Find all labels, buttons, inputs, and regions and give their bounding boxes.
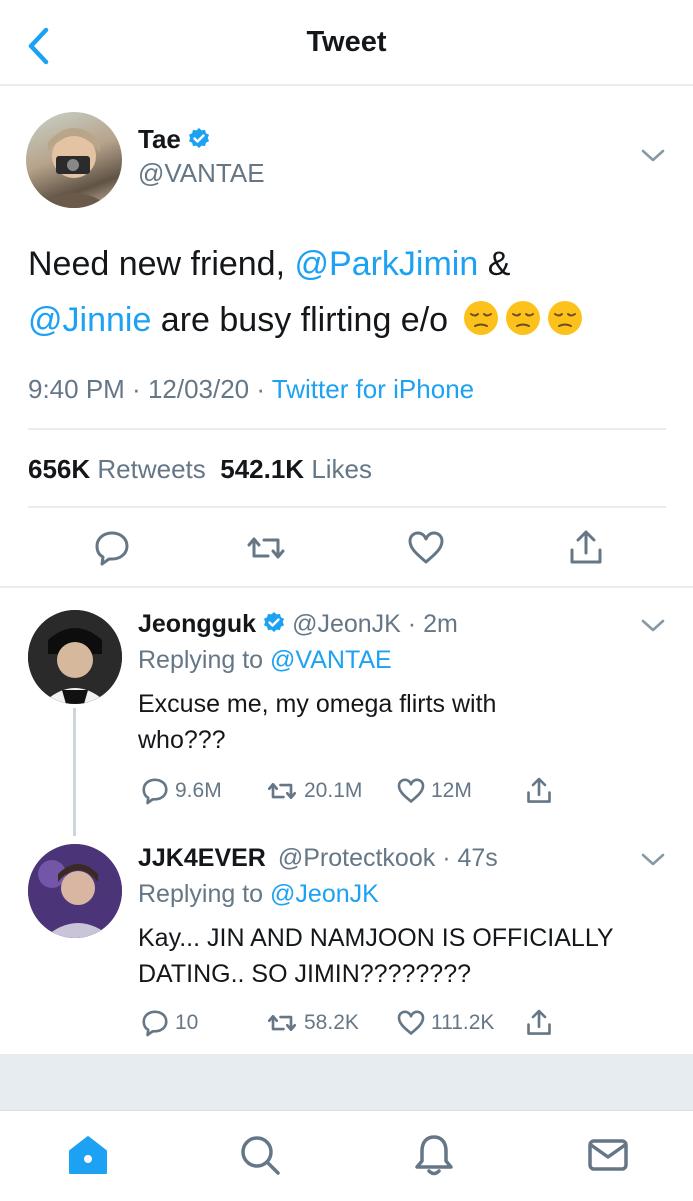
replying-to: Replying to @JeonJK [138,880,379,908]
tweet-source-link[interactable]: Twitter for iPhone [272,374,474,404]
main-tweet: Tae @VANTAE Need new friend, @ParkJimin … [0,86,693,588]
author-handle: @JeonJK [292,610,401,638]
retweet-action[interactable]: 58.2K [265,1008,359,1038]
avatar[interactable] [28,844,122,938]
chevron-down-icon[interactable] [640,618,666,634]
pensive-face-emoji [505,301,540,335]
reply-icon [142,1010,168,1037]
verified-badge-icon [264,612,285,632]
retweets-count[interactable]: 656K [28,454,90,484]
search-icon[interactable] [238,1133,282,1177]
like-icon [397,1010,425,1035]
reply-action[interactable]: 9.6M [140,776,222,806]
top-bar: Tweet [0,0,693,86]
author-name[interactable]: Tae [138,124,211,155]
reply-tweet[interactable]: JJK4EVER @Protectkook · 47s Replying to @… [0,822,693,1054]
engagement-counts: 656K Retweets 542.1K Likes [28,454,373,484]
bottom-tab-bar [0,1110,693,1201]
reply-tweet[interactable]: Jeongguk @JeonJK · 2m Replying to @VANTAE… [0,588,693,828]
page-title: Tweet [306,26,387,58]
home-icon[interactable] [66,1133,110,1177]
like-icon [397,778,425,803]
reply-time: 47s [457,844,498,872]
reply-text: Excuse me, my omega flirts with who??? [138,690,497,754]
reply-action[interactable]: 10 [140,1008,198,1038]
reply-icon[interactable] [92,528,132,568]
retweet-icon [267,1014,297,1032]
author-handle: @Protectkook [277,844,436,872]
divider [28,506,666,508]
mention-link[interactable]: @ParkJimin [295,245,479,283]
tweet-timestamp: 9:40 PM · 12/03/20 · Twitter for iPhone [28,374,475,404]
reply-text: Kay... JIN AND NAMJOON IS OFFICIALLY DAT… [138,924,614,988]
divider [28,428,666,430]
author-name[interactable]: Jeongguk @JeonJK · 2m [138,610,458,639]
retweet-action[interactable]: 20.1M [265,776,362,806]
notifications-icon[interactable] [412,1133,456,1177]
pensive-face-emoji [547,301,582,335]
avatar[interactable] [28,610,122,704]
share-icon[interactable] [566,528,606,568]
avatar[interactable] [26,112,122,208]
timeline-end-band [0,1054,693,1110]
messages-icon[interactable] [586,1133,630,1177]
mention-link[interactable]: @Jinnie [28,301,151,339]
reply-time: 2m [423,610,458,638]
retweet-icon [267,782,297,800]
reply-icon [142,778,168,805]
share-icon[interactable] [524,1008,554,1038]
like-action[interactable]: 12M [396,776,472,806]
verified-badge-icon [188,128,209,148]
author-name[interactable]: JJK4EVER @Protectkook · 47s [138,844,498,873]
pensive-face-emoji [463,301,498,335]
mention-link[interactable]: @VANTAE [270,646,392,674]
chevron-down-icon[interactable] [640,148,666,164]
likes-count[interactable]: 542.1K [220,454,304,484]
author-handle[interactable]: @VANTAE [138,158,265,189]
share-icon[interactable] [524,776,554,806]
replying-to: Replying to @VANTAE [138,646,392,674]
chevron-down-icon[interactable] [640,852,666,868]
like-action[interactable]: 111.2K [396,1008,494,1038]
tweet-text: Need new friend, @ParkJimin & @Jinnie ar… [28,236,668,348]
mention-link[interactable]: @JeonJK [270,880,379,908]
retweet-icon[interactable] [246,528,286,568]
like-icon[interactable] [406,528,446,568]
